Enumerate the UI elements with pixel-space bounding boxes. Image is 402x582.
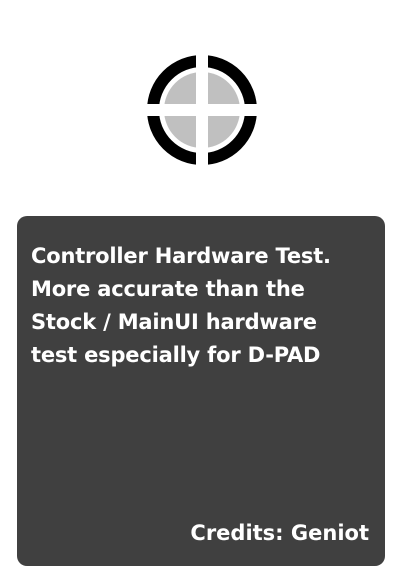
- description-line: Stock / MainUI hardware: [31, 310, 317, 334]
- description-line: test especially for D-PAD: [31, 343, 321, 367]
- description-line: More accurate than the: [31, 277, 305, 301]
- credits-label: Credits: Geniot: [190, 521, 369, 545]
- description-line: Controller Hardware Test.: [31, 244, 331, 268]
- info-panel: Controller Hardware Test. More accurate …: [17, 216, 385, 566]
- crosshair-target-icon: [146, 54, 258, 166]
- app-description: Controller Hardware Test. More accurate …: [31, 240, 371, 372]
